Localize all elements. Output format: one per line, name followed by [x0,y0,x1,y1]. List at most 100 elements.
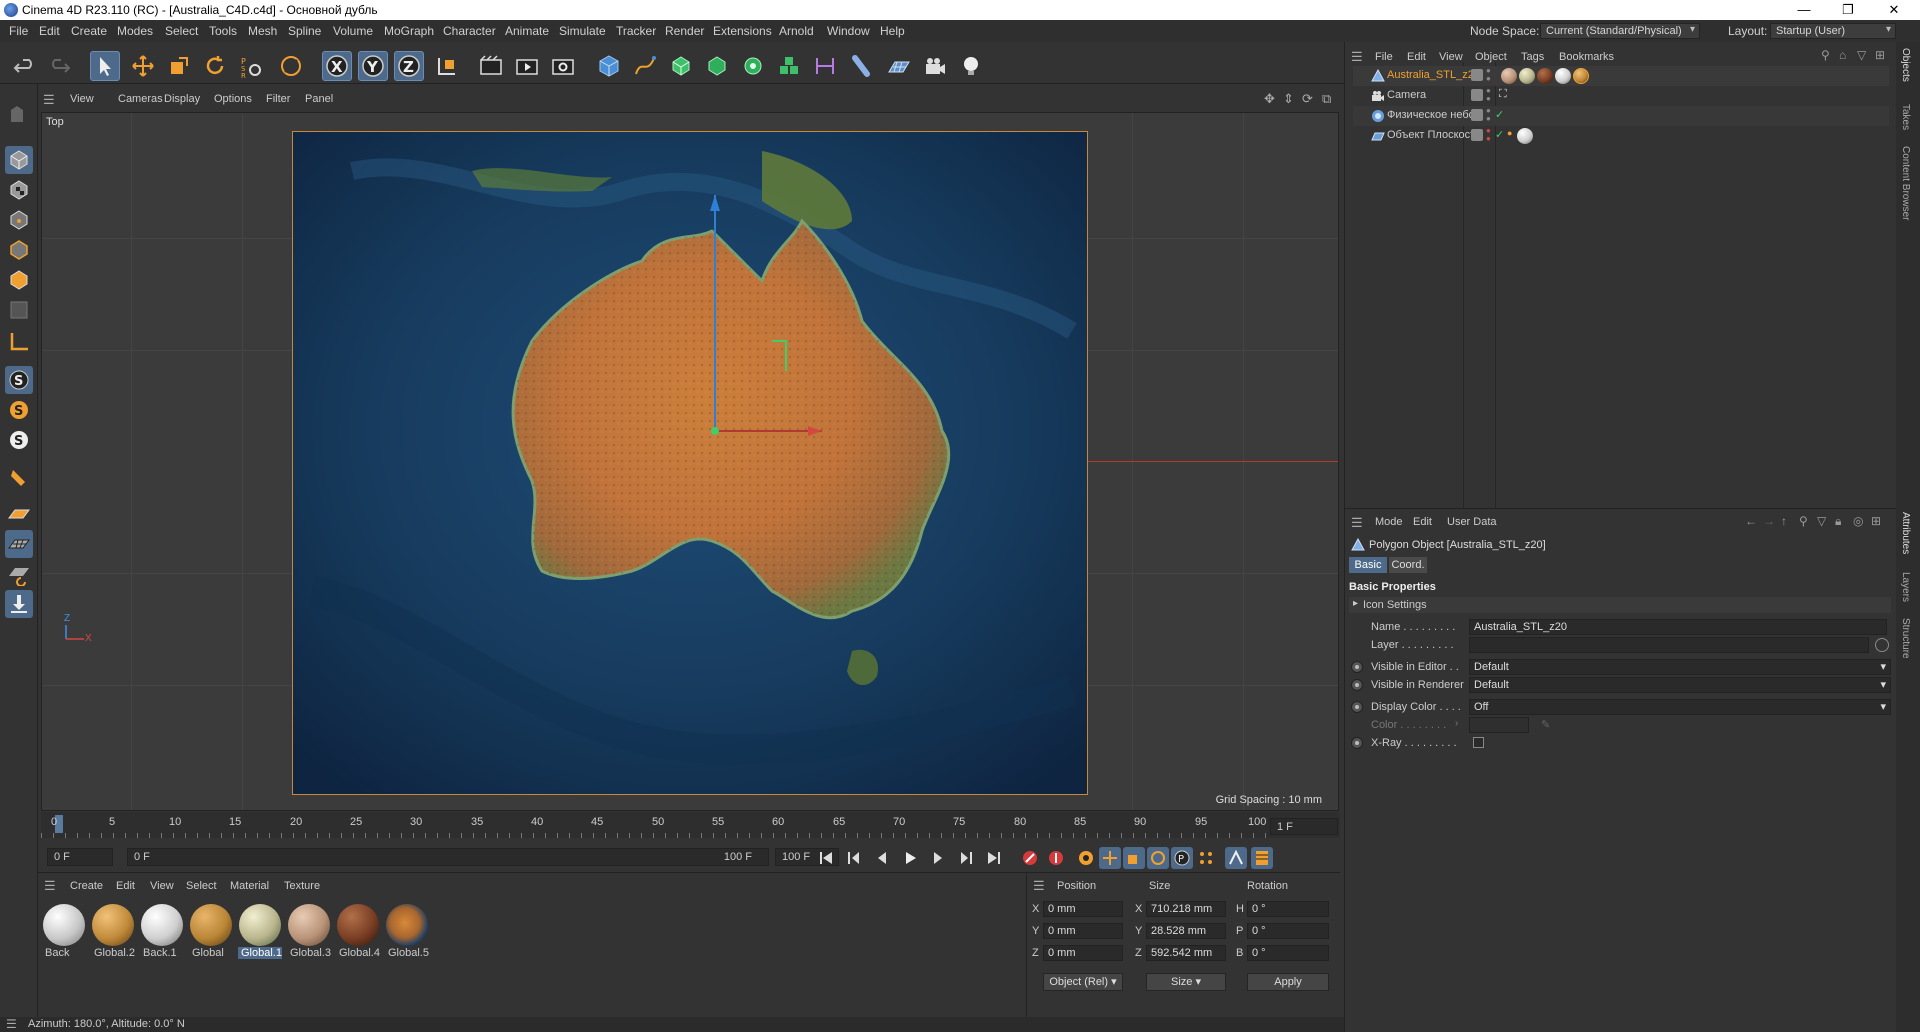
texture-mode-icon[interactable] [5,176,33,204]
material-swatch[interactable]: Global.2 [91,903,135,961]
material-menu-view[interactable]: View [150,880,174,892]
tweak-mode-icon[interactable] [5,464,33,492]
cube-primitive-icon[interactable] [594,51,624,81]
tab-coord[interactable]: Coord. [1389,557,1427,573]
menu-create[interactable]: Create [71,24,107,38]
previous-key-icon[interactable] [843,847,865,869]
viewport-menu-cameras[interactable]: Cameras [118,93,163,105]
apply-button[interactable]: Apply [1247,973,1329,991]
viewport-rotate-icon[interactable]: ⟳ [1302,91,1313,107]
menu-tools[interactable]: Tools [209,24,237,38]
key-point-level-icon[interactable] [1195,847,1217,869]
menu-character[interactable]: Character [443,24,496,38]
position-z-field[interactable]: 0 mm [1043,945,1123,961]
layer-checkbox-icon[interactable] [1471,109,1483,121]
search-icon[interactable]: ⚲ [1799,514,1808,528]
new-window-icon[interactable]: ⊞ [1875,48,1885,62]
rotation-b-field[interactable]: 0 ° [1247,945,1329,961]
object-menu-tags[interactable]: Tags [1521,51,1544,63]
animation-radio-icon[interactable] [1351,701,1363,713]
menu-simulate[interactable]: Simulate [559,24,606,38]
hamburger-menu-icon[interactable]: ☰ [44,878,56,894]
visible-in-editor-dropdown[interactable]: Default ▾ [1469,659,1891,675]
viewport-menu-display[interactable]: Display [164,93,200,105]
timeline-window-icon[interactable] [1251,847,1273,869]
material-menu-edit[interactable]: Edit [116,880,135,892]
layer-checkbox-icon[interactable] [1471,89,1483,101]
coordinate-system-icon[interactable] [432,51,462,81]
xray-checkbox[interactable] [1473,737,1484,748]
layout-dropdown[interactable]: Startup (User) ▾ [1770,23,1896,39]
axis-mode-icon[interactable] [5,328,33,356]
snap-settings-icon[interactable]: S [5,396,33,424]
material-swatch[interactable]: Global.3 [287,903,331,961]
render-view-icon[interactable] [476,51,506,81]
field-icon[interactable] [846,51,876,81]
visible-in-renderer-dropdown[interactable]: Default ▾ [1469,677,1891,693]
size-z-field[interactable]: 592.542 mm [1146,945,1226,961]
planar-workplane-icon[interactable] [5,560,33,588]
point-mode-icon[interactable] [5,206,33,234]
visibility-dots-icon[interactable]: ● ● [1486,107,1491,123]
tab-basic[interactable]: Basic [1349,557,1387,573]
rotation-p-field[interactable]: 0 ° [1247,923,1329,939]
material-tag-icon[interactable] [1517,128,1533,144]
up-arrow-icon[interactable]: ↑ [1781,514,1787,528]
size-mode-dropdown[interactable]: Size ▾ [1146,973,1226,991]
psr-tool-icon[interactable]: PSR [236,51,266,81]
menu-spline[interactable]: Spline [288,24,321,38]
size-x-field[interactable]: 710.218 mm [1146,901,1226,917]
live-selection-icon[interactable] [276,51,306,81]
deformer-bend-icon[interactable] [810,51,840,81]
preview-range-slider[interactable]: 0 F 100 F [127,848,769,866]
layer-picker-icon[interactable] [1875,638,1889,652]
viewport-menu-panel[interactable]: Panel [305,93,333,105]
visibility-dots-icon[interactable]: ● ● [1486,127,1491,143]
menu-animate[interactable]: Animate [505,24,549,38]
side-tab-objects[interactable]: Objects [1900,48,1911,82]
forward-arrow-icon[interactable]: → [1763,514,1775,528]
animation-radio-icon[interactable] [1351,661,1363,673]
extrude-icon[interactable] [702,51,732,81]
material-swatch[interactable]: Back.1 [140,903,184,961]
menu-edit[interactable]: Edit [39,24,60,38]
record-active-objects-icon[interactable] [1019,847,1041,869]
search-icon[interactable]: ⚲ [1821,48,1830,62]
filter-icon[interactable]: ▽ [1817,514,1826,528]
scheme-settings-icon[interactable] [1225,847,1247,869]
back-arrow-icon[interactable]: ← [1745,514,1757,528]
keyframe-selection-icon[interactable] [1075,847,1097,869]
layer-field[interactable] [1469,637,1869,653]
render-picture-viewer-icon[interactable] [512,51,542,81]
cloner-icon[interactable] [738,51,768,81]
new-window-icon[interactable]: ⊞ [1871,514,1881,528]
menu-mesh[interactable]: Mesh [248,24,277,38]
menu-file[interactable]: File [9,24,28,38]
rotation-h-field[interactable]: 0 ° [1247,901,1329,917]
3d-viewport[interactable]: Top Z X Grid Spacing: 10 mm [41,112,1339,811]
model-mode-icon[interactable] [5,146,33,174]
object-row[interactable]: Camera ● ● ⛶ [1353,86,1889,106]
object-menu-file[interactable]: File [1375,51,1393,63]
maximize-button[interactable]: ❐ [1826,0,1870,20]
current-frame-field[interactable]: 1 F [1270,818,1338,835]
menu-modes[interactable]: Modes [117,24,153,38]
layer-checkbox-icon[interactable] [1471,129,1483,141]
workplane-icon[interactable] [5,500,33,528]
name-field[interactable]: Australia_STL_z20 [1469,619,1887,635]
key-rotation-icon[interactable] [1147,847,1169,869]
object-row[interactable]: Физическое небо ● ● ✓ [1353,106,1889,126]
material-tag-icon[interactable] [1555,68,1571,84]
floor-icon[interactable] [884,51,914,81]
rotate-tool-icon[interactable] [200,51,230,81]
animation-radio-icon[interactable] [1351,737,1363,749]
attr-menu-edit[interactable]: Edit [1413,516,1432,528]
side-tab-content-browser[interactable]: Content Browser [1900,146,1911,220]
viewport-menu-options[interactable]: Options [214,93,252,105]
material-menu-create[interactable]: Create [70,880,103,892]
menu-render[interactable]: Render [665,24,704,38]
redo-icon[interactable] [44,51,74,81]
camera-target-tag-icon[interactable]: ⛶ [1499,88,1507,101]
viewport-menu-filter[interactable]: Filter [266,93,290,105]
material-swatch[interactable]: Global [189,903,233,961]
